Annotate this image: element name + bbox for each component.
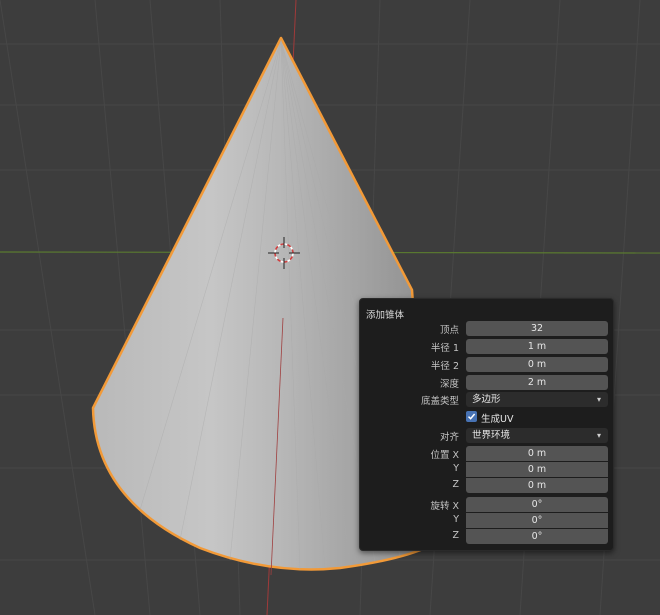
rotation-x-row: 旋转 X 0°	[360, 497, 613, 512]
radius2-row: 半径 2 0 m	[360, 357, 613, 372]
base-fill-type-label: 底盖类型	[420, 396, 459, 407]
location-z-field[interactable]: 0 m	[466, 478, 608, 493]
chevron-down-icon: ▾	[596, 431, 601, 440]
radius1-row: 半径 1 1 m	[360, 339, 613, 354]
rotation-y-label: Y	[453, 514, 459, 525]
vertices-field[interactable]: 32	[466, 321, 608, 336]
chevron-down-icon: ▾	[596, 395, 601, 404]
vertices-label: 顶点	[439, 325, 459, 336]
rotation-y-row: Y 0°	[360, 513, 613, 528]
rotation-y-field[interactable]: 0°	[466, 513, 608, 528]
rotation-x-field[interactable]: 0°	[466, 497, 608, 512]
rotation-z-label: Z	[452, 530, 459, 541]
align-label: 对齐	[439, 432, 459, 443]
checkmark-icon	[467, 413, 476, 420]
location-y-field[interactable]: 0 m	[466, 462, 608, 477]
location-x-field[interactable]: 0 m	[466, 446, 608, 461]
location-y-row: Y 0 m	[360, 462, 613, 477]
depth-row: 深度 2 m	[360, 375, 613, 390]
radius1-field[interactable]: 1 m	[466, 339, 608, 354]
base-fill-type-dropdown[interactable]: 多边形 ▾	[466, 392, 608, 407]
location-z-label: Z	[452, 479, 459, 490]
base-fill-type-value: 多边形	[472, 394, 501, 405]
base-fill-type-row: 底盖类型 多边形 ▾	[360, 392, 613, 407]
vertices-row: 顶点 32	[360, 321, 613, 336]
generate-uv-checkbox[interactable]	[466, 411, 477, 422]
location-x-row: 位置 X 0 m	[360, 446, 613, 461]
depth-label: 深度	[439, 379, 459, 390]
location-x-label: 位置 X	[430, 450, 459, 461]
depth-field[interactable]: 2 m	[466, 375, 608, 390]
align-value: 世界环境	[472, 430, 511, 441]
generate-uv-row: 生成UV	[360, 410, 613, 425]
panel-title[interactable]: 添加锥体	[366, 307, 404, 321]
rotation-x-label: 旋转 X	[430, 501, 459, 512]
rotation-z-row: Z 0°	[360, 529, 613, 544]
align-dropdown[interactable]: 世界环境 ▾	[466, 428, 608, 443]
radius1-label: 半径 1	[430, 343, 459, 354]
location-y-label: Y	[453, 463, 459, 474]
radius2-label: 半径 2	[430, 361, 459, 372]
location-z-row: Z 0 m	[360, 478, 613, 493]
rotation-z-field[interactable]: 0°	[466, 529, 608, 544]
align-row: 对齐 世界环境 ▾	[360, 428, 613, 443]
generate-uv-label[interactable]: 生成UV	[481, 411, 513, 425]
radius2-field[interactable]: 0 m	[466, 357, 608, 372]
add-cone-panel: 添加锥体 顶点 32 半径 1 1 m 半径 2 0 m 深度 2 m 底盖类型…	[359, 298, 614, 551]
